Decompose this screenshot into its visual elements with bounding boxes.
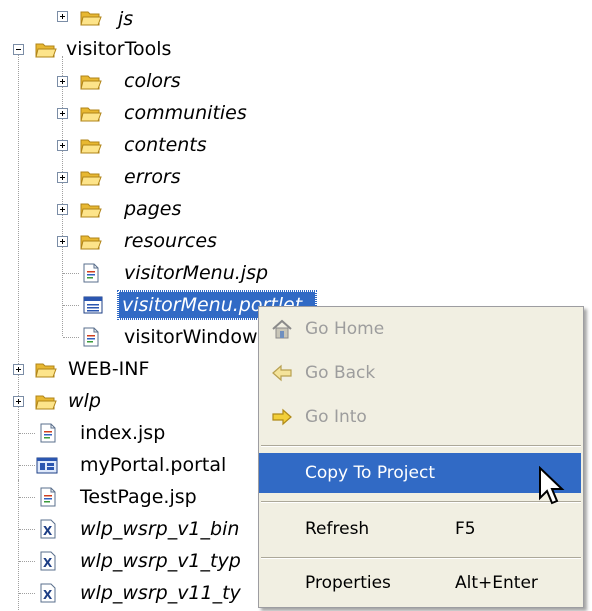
tree-item-label: visitorMenu.jsp (124, 262, 269, 284)
tree-item-label: resources (124, 230, 217, 252)
tree-guide-line (18, 50, 19, 518)
tree-guide-line (63, 273, 79, 274)
expand-icon[interactable] (13, 396, 24, 407)
folder-icon (35, 40, 57, 60)
xml-file-icon (37, 519, 59, 539)
tree-item-label: js (118, 8, 134, 30)
tree-item-label: visitorTools (66, 38, 172, 60)
folder-icon (80, 8, 102, 28)
tree-guide-line (63, 305, 79, 306)
menu-separator (261, 445, 581, 447)
tree-item-label: TestPage.jsp (80, 486, 197, 508)
folder-icon (80, 72, 102, 92)
expand-icon[interactable] (57, 140, 68, 151)
expand-icon[interactable] (57, 236, 68, 247)
xml-file-icon (37, 583, 59, 603)
menu-item-shortcut: F5 (455, 519, 476, 539)
expand-icon[interactable] (13, 364, 24, 375)
menu-item-label: Refresh (305, 519, 370, 539)
tree-guide-line (19, 433, 35, 434)
context-menu: Go Home Go Back Go Into Copy To Project … (258, 306, 584, 608)
expand-icon[interactable] (57, 172, 68, 183)
tree-item-label: myPortal.portal (80, 454, 227, 476)
tree-guide-line (19, 593, 35, 594)
folder-icon (35, 360, 57, 380)
portlet-file-icon (82, 295, 104, 315)
folder-icon (80, 104, 102, 124)
menu-item-refresh[interactable]: Refresh F5 (259, 509, 581, 549)
expand-icon[interactable] (57, 76, 68, 87)
tree-item-label: wlp_wsrp_v11_ty (80, 582, 241, 604)
tree-item-label: wlp (68, 390, 101, 412)
menu-item-copy-to-project[interactable]: Copy To Project (259, 453, 581, 493)
folder-icon (80, 232, 102, 252)
menu-item-go-home[interactable]: Go Home (259, 309, 581, 349)
jsp-file-icon (80, 327, 102, 347)
xml-file-icon (37, 551, 59, 571)
portal-file-icon (36, 455, 58, 475)
menu-item-shortcut: Alt+Enter (455, 573, 538, 593)
mouse-cursor-icon (539, 466, 565, 505)
tree-item-label: pages (124, 198, 182, 220)
menu-item-label: Go Home (305, 319, 385, 339)
menu-item-label: Properties (305, 573, 391, 593)
tree-guide-line (19, 529, 35, 530)
expand-icon[interactable] (57, 108, 68, 119)
tree-item-label: communities (124, 102, 247, 124)
tree-item-label: WEB-INF (68, 358, 150, 380)
tree-guide-line (19, 497, 35, 498)
folder-icon (80, 200, 102, 220)
menu-item-label: Copy To Project (305, 463, 435, 483)
tree-guide-line (19, 465, 35, 466)
arrow-left-icon (272, 364, 292, 382)
tree-item-label: colors (124, 70, 181, 92)
jsp-file-icon (37, 487, 59, 507)
tree-item-label: wlp_wsrp_v1_bin (80, 518, 240, 540)
tree-item-label: visitorWindow (124, 326, 258, 348)
home-icon (272, 319, 292, 339)
menu-item-label: Go Back (305, 363, 376, 383)
tree-item-label: index.jsp (80, 422, 166, 444)
jsp-file-icon (37, 423, 59, 443)
folder-icon (35, 392, 57, 412)
menu-item-label: Go Into (305, 407, 367, 427)
menu-separator (261, 501, 581, 503)
tree-guide-line (62, 56, 63, 336)
tree-guide-line (63, 337, 79, 338)
menu-item-go-back[interactable]: Go Back (259, 353, 581, 393)
expand-icon[interactable] (57, 11, 68, 22)
folder-icon (80, 168, 102, 188)
tree-item-label: contents (124, 134, 207, 156)
tree-item-label: wlp_wsrp_v1_typ (80, 550, 241, 572)
collapse-icon[interactable] (13, 44, 24, 55)
arrow-right-icon (272, 408, 292, 426)
menu-separator (261, 557, 581, 559)
expand-icon[interactable] (57, 204, 68, 215)
menu-item-go-into[interactable]: Go Into (259, 397, 581, 437)
tree-item-label: errors (124, 166, 181, 188)
jsp-file-icon (80, 263, 102, 283)
tree-guide-line (18, 480, 19, 610)
menu-item-properties[interactable]: Properties Alt+Enter (259, 563, 581, 603)
folder-icon (80, 136, 102, 156)
tree-guide-line (19, 561, 35, 562)
